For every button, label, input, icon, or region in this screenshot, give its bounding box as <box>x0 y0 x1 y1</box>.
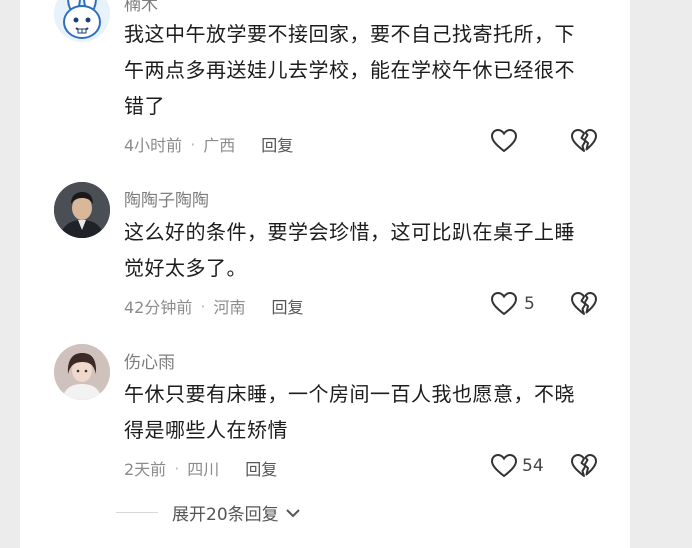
timestamp: 4小时前 <box>124 136 183 155</box>
heart-icon <box>490 128 518 153</box>
dislike-button[interactable] <box>570 453 598 483</box>
chevron-down-icon <box>285 508 300 517</box>
broken-heart-icon <box>571 454 597 477</box>
comment-meta: 42分钟前 · 河南 回复 <box>124 294 304 318</box>
reply-button[interactable]: 回复 <box>261 132 293 156</box>
dislike-button[interactable] <box>570 291 598 321</box>
comment-text: 我这中午放学要不接回家，要不自己找寄托所，下午两点多再送娃儿去学校，能在学校午休… <box>124 22 575 118</box>
avatar[interactable] <box>54 344 110 400</box>
broken-heart-icon <box>571 292 597 315</box>
avatar[interactable] <box>54 182 110 238</box>
divider <box>116 512 158 513</box>
user-photo-icon <box>54 182 110 238</box>
avatar[interactable] <box>54 0 110 42</box>
comment-panel: 楠木 我这中午放学要不接回家，要不自己找寄托所，下午两点多再送娃儿去学校，能在学… <box>20 0 630 548</box>
separator-dot: · <box>200 296 206 316</box>
like-button[interactable]: 54 <box>490 453 544 479</box>
heart-icon <box>490 291 518 316</box>
user-photo-icon <box>54 344 110 400</box>
location: 四川 <box>187 460 220 479</box>
comment-text: 午休只要有床睡，一个房间一百人我也愿意，不晓得是哪些人在矫情 <box>124 382 575 442</box>
reply-button[interactable]: 回复 <box>271 294 303 318</box>
separator-dot: · <box>190 134 196 154</box>
timestamp: 42分钟前 <box>124 298 193 317</box>
comment-meta: 2天前 · 四川 回复 <box>124 456 277 480</box>
dislike-button[interactable] <box>570 128 598 158</box>
like-button[interactable]: 5 <box>490 291 535 317</box>
broken-heart-icon <box>571 129 597 152</box>
reply-button[interactable]: 回复 <box>245 456 277 480</box>
username[interactable]: 伤心雨 <box>124 348 175 373</box>
heart-icon <box>490 453 518 478</box>
like-count: 5 <box>524 294 535 314</box>
comment-meta: 4小时前 · 广西 回复 <box>124 132 293 156</box>
separator-dot: · <box>174 458 180 478</box>
like-count: 54 <box>522 456 544 476</box>
expand-replies-button[interactable]: 展开20条回复 <box>116 500 301 525</box>
username[interactable]: 陶陶子陶陶 <box>124 186 209 211</box>
expand-replies-label: 展开20条回复 <box>172 505 279 525</box>
comment-text: 这么好的条件，要学会珍惜，这可比趴在桌子上睡觉好太多了。 <box>124 220 575 280</box>
timestamp: 2天前 <box>124 460 167 479</box>
location: 河南 <box>213 298 246 317</box>
like-button[interactable] <box>490 128 518 154</box>
username[interactable]: 楠木 <box>124 0 158 15</box>
bunny-avatar-icon <box>54 0 110 42</box>
location: 广西 <box>203 136 236 155</box>
